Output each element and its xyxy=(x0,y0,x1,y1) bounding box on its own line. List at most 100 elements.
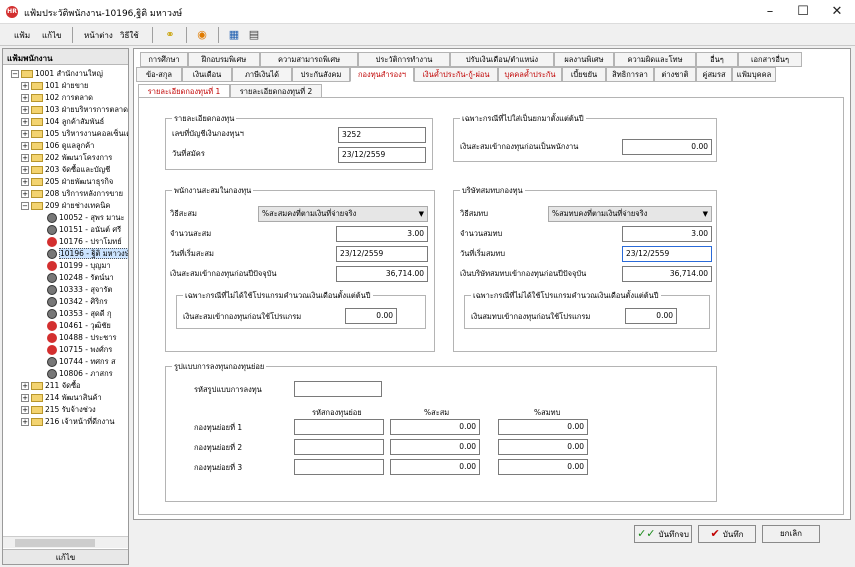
saving-amount-field[interactable]: 3.00 xyxy=(336,226,428,242)
horizontal-scrollbar[interactable] xyxy=(3,536,128,548)
tree-employee-item[interactable]: 10176 - ปราโมทย์ xyxy=(47,236,122,248)
menu-file[interactable]: แฟ้ม xyxy=(14,29,30,42)
expand-icon[interactable]: + xyxy=(21,130,29,138)
tree-folder-item[interactable]: +208 บริการหลังการขาย xyxy=(21,188,123,200)
main-tab[interactable]: ปรับเงินเดือน/ตำแหน่ง xyxy=(450,52,554,67)
tree-folder-item[interactable]: +106 ดูแลลูกค้า xyxy=(21,140,94,152)
subfund-contrib-field[interactable]: 0.00 xyxy=(498,419,588,435)
tree-folder-item[interactable]: +101 ฝ่ายขาย xyxy=(21,80,88,92)
tree-folder-item[interactable]: +202 พัฒนาโครงการ xyxy=(21,152,112,164)
main-tab[interactable]: ประวัติการทำงาน xyxy=(358,52,450,67)
tree-folder-item[interactable]: − 1001 สำนักงานใหญ่ xyxy=(11,68,103,80)
tree-folder-item[interactable]: +102 การตลาด xyxy=(21,92,93,104)
tree-folder-item[interactable]: +103 ฝ่ายบริหารการตลาด xyxy=(21,104,128,116)
expand-icon[interactable]: + xyxy=(21,106,29,114)
main-tab[interactable]: กองทุนสำรองฯ xyxy=(350,67,414,82)
contrib-before-field[interactable]: 36,714.00 xyxy=(622,266,712,282)
main-tab[interactable]: ภาษีเงินได้ xyxy=(232,67,292,82)
first-year-field[interactable]: 0.00 xyxy=(622,139,712,155)
main-tab[interactable]: ผลงานพิเศษ xyxy=(554,52,614,67)
expand-icon[interactable]: + xyxy=(21,406,29,414)
tree-folder-item[interactable]: − 209 ฝ่ายช่างเทคนิค xyxy=(21,200,110,212)
contrib-inner-field[interactable]: 0.00 xyxy=(625,308,677,324)
main-tab[interactable]: สิทธิการลา xyxy=(606,67,654,82)
apply-date-field[interactable]: 23/12/2559 xyxy=(338,147,426,163)
contrib-start-field[interactable]: 23/12/2559 xyxy=(622,246,712,262)
tree-folder-item[interactable]: +214 พัฒนาสินค้า xyxy=(21,392,102,404)
menu-edit[interactable]: แก้ไข xyxy=(42,29,62,42)
contrib-amount-field[interactable]: 3.00 xyxy=(622,226,712,242)
expand-icon[interactable]: + xyxy=(21,178,29,186)
main-tab[interactable]: บุคคลค้ำประกัน xyxy=(498,67,562,82)
main-tab[interactable]: ประกันสังคม xyxy=(292,67,350,82)
main-tab[interactable]: ความผิดและโทษ xyxy=(614,52,696,67)
tree-employee-item[interactable]: 10488 - ประชาร xyxy=(47,332,116,344)
tree-employee-item[interactable]: 10715 - พงศ์กร xyxy=(47,344,112,356)
account-field[interactable]: 3252 xyxy=(338,127,426,143)
collapse-icon[interactable]: − xyxy=(11,70,19,78)
key-icon[interactable]: ⚭ xyxy=(162,27,178,43)
tree-folder-item[interactable]: +105 บริหารงานคอลเซ็นเตอร์ xyxy=(21,128,128,140)
expand-icon[interactable]: + xyxy=(21,394,29,402)
tree-folder-item[interactable]: +215 รับจ้างช่วง xyxy=(21,404,96,416)
scrollbar-thumb[interactable] xyxy=(15,539,95,547)
tree-folder-item[interactable]: +203 จัดซื้อและบัญชี xyxy=(21,164,110,176)
subtab[interactable]: รายละเอียดกองทุนที่ 1 xyxy=(138,84,230,98)
main-tab[interactable]: อื่นๆ xyxy=(696,52,738,67)
tree-employee-item[interactable]: 10248 - รัตน์นา xyxy=(47,272,114,284)
subfund-save-field[interactable]: 0.00 xyxy=(390,439,480,455)
tree-employee-item[interactable]: 10199 - บุญมา xyxy=(47,260,111,272)
main-tab[interactable]: การศึกษา xyxy=(140,52,188,67)
main-tab[interactable]: ความสามารถพิเศษ xyxy=(260,52,358,67)
tree-folder-item[interactable]: +216 เจ้าหน้าที่ดีกงาน xyxy=(21,416,115,428)
expand-icon[interactable]: + xyxy=(21,154,29,162)
main-tab[interactable]: เอกสารอื่นๆ xyxy=(738,52,802,67)
cancel-button[interactable]: ยกเลิก xyxy=(762,525,820,543)
expand-icon[interactable]: + xyxy=(21,94,29,102)
subfund-save-field[interactable]: 0.00 xyxy=(390,419,480,435)
main-tab[interactable]: เงินเดือน xyxy=(182,67,232,82)
saving-before-field[interactable]: 36,714.00 xyxy=(336,266,428,282)
expand-icon[interactable]: + xyxy=(21,142,29,150)
expand-icon[interactable]: + xyxy=(21,166,29,174)
subfund-code-field[interactable] xyxy=(294,419,384,435)
tree-employee-item[interactable]: 10196 - ฐิติ มหาวงษ์ xyxy=(47,248,128,260)
tree-employee-item[interactable]: 10052 - สุพร มานะ xyxy=(47,212,125,224)
tree-employee-item[interactable]: 10333 - สุจารัต xyxy=(47,284,112,296)
subfund-contrib-field[interactable]: 0.00 xyxy=(498,459,588,475)
tree-employee-item[interactable]: 10151 - อนันต์ ศรี xyxy=(47,224,121,236)
main-tab[interactable]: เงินค้ำประกัน-กู้-ผ่อน xyxy=(414,67,498,82)
subtab[interactable]: รายละเอียดกองทุนที่ 2 xyxy=(230,84,322,98)
main-tab[interactable]: ต่างชาติ xyxy=(654,67,696,82)
tree-folder-item[interactable]: +211 จัดซื้อ xyxy=(21,380,81,392)
main-tab[interactable]: เบี้ยขยัน xyxy=(562,67,606,82)
tree-employee-item[interactable]: 10806 - ภาสกร xyxy=(47,368,113,380)
target-icon[interactable]: ◉ xyxy=(194,27,210,43)
subfund-contrib-field[interactable]: 0.00 xyxy=(498,439,588,455)
calculator-icon[interactable]: ▦ xyxy=(226,27,242,43)
tree-folder-item[interactable]: +205 ฝ่ายพัฒนาธุรกิจ xyxy=(21,176,113,188)
collapse-icon[interactable]: − xyxy=(21,202,29,210)
saving-inner-field[interactable]: 0.00 xyxy=(345,308,397,324)
subfund-save-field[interactable]: 0.00 xyxy=(390,459,480,475)
close-icon[interactable]: ✕ xyxy=(820,0,854,24)
expand-icon[interactable]: + xyxy=(21,418,29,426)
investment-code-field[interactable] xyxy=(294,381,382,397)
expand-icon[interactable]: + xyxy=(21,82,29,90)
maximize-icon[interactable]: ☐ xyxy=(786,0,820,24)
expand-icon[interactable]: + xyxy=(21,190,29,198)
notepad-icon[interactable]: ▤ xyxy=(246,27,262,43)
saving-start-field[interactable]: 23/12/2559 xyxy=(336,246,428,262)
tree-employee-item[interactable]: 10744 - ทศกร ส xyxy=(47,356,116,368)
contrib-method-select[interactable]: %สมทบคงที่ตามเงินที่จ่ายจริง ▼ xyxy=(548,206,712,222)
main-tab[interactable]: ฝึกอบรมพิเศษ xyxy=(188,52,260,67)
tree-employee-item[interactable]: 10461 - วุฒิชัย xyxy=(47,320,111,332)
subfund-code-field[interactable] xyxy=(294,459,384,475)
tree-employee-item[interactable]: 10342 - ศิริกร xyxy=(47,296,108,308)
expand-icon[interactable]: + xyxy=(21,118,29,126)
main-tab[interactable]: แฟ้มบุคคล xyxy=(732,67,776,82)
expand-icon[interactable]: + xyxy=(21,382,29,390)
menu-window[interactable]: หน้าต่าง xyxy=(84,29,113,42)
menu-help[interactable]: วิธีใช้ xyxy=(120,29,139,42)
save-close-button[interactable]: ✓✓ บันทึกจบ xyxy=(634,525,692,543)
